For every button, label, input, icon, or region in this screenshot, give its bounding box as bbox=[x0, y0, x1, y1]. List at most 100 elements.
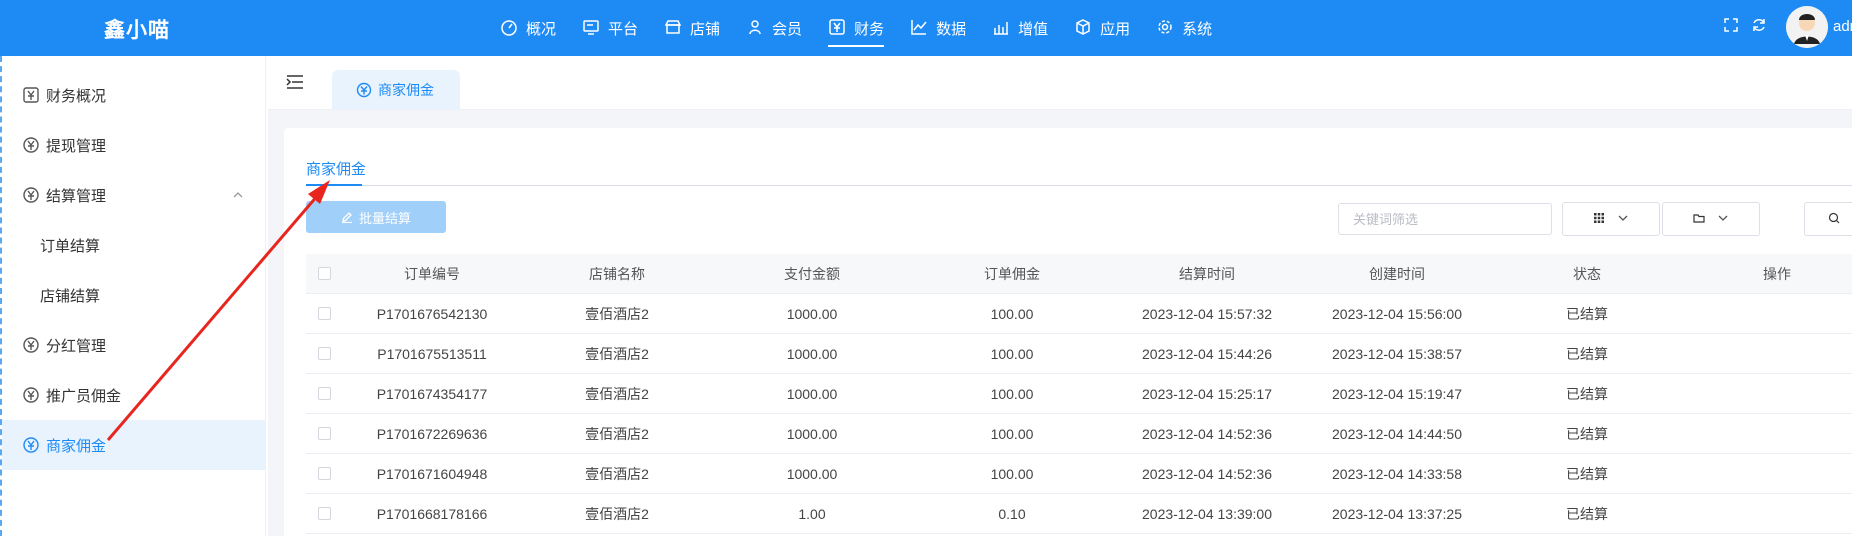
table-cell: 2023-12-04 13:39:00 bbox=[1142, 505, 1272, 522]
nav-item-label: 平台 bbox=[608, 20, 639, 38]
table-cell: 2023-12-04 14:44:50 bbox=[1332, 425, 1462, 442]
tab-label: 商家佣金 bbox=[378, 82, 434, 98]
sidebar-item-label: 分红管理 bbox=[46, 337, 107, 355]
table-row[interactable]: P1701668178166 壹佰酒店2 1.00 0.10 2023-12-04 13… bbox=[306, 494, 1852, 534]
inner-tab-merchant-commission[interactable]: 商家佣金 bbox=[306, 158, 366, 179]
batch-settle-button[interactable]: 批量结算 bbox=[306, 201, 446, 233]
finance-icon bbox=[828, 18, 848, 38]
sidebar-item-settlement[interactable]: 结算管理 bbox=[2, 170, 266, 220]
content-tabbar: 商家佣金 bbox=[268, 56, 1852, 110]
active-tab-indicator bbox=[306, 184, 362, 186]
grid-icon bbox=[1593, 211, 1605, 227]
chart-line-icon bbox=[910, 18, 930, 38]
column-header: 结算时间 bbox=[1179, 265, 1235, 282]
nav-item-label: 店铺 bbox=[690, 20, 721, 38]
table-header: 订单编号 店铺名称 支付金额 订单佣金 结算时间 创建时间 状态 操作 bbox=[306, 254, 1852, 294]
edit-icon bbox=[341, 211, 353, 223]
yen-circle-icon bbox=[22, 186, 40, 204]
table-cell: 2023-12-04 13:37:25 bbox=[1332, 505, 1462, 522]
column-header: 操作 bbox=[1763, 265, 1791, 282]
nav-item-platform[interactable]: 平台 bbox=[582, 0, 638, 56]
nav-item-apps[interactable]: 应用 bbox=[1074, 0, 1130, 56]
table-row[interactable]: P1701672269636 壹佰酒店2 1000.00 100.00 2023-12-… bbox=[306, 414, 1852, 454]
row-checkbox[interactable] bbox=[306, 387, 342, 400]
yen-circle-icon bbox=[22, 136, 40, 154]
batch-settle-label: 批量结算 bbox=[358, 210, 411, 226]
sidebar-item-order-settlement[interactable]: 订单结算 bbox=[2, 220, 266, 270]
sidebar-item-withdrawal[interactable]: 提现管理 bbox=[2, 120, 266, 170]
sidebar-item-finance-overview[interactable]: 财务概况 bbox=[2, 70, 266, 120]
folder-icon bbox=[1693, 211, 1705, 227]
column-header: 订单编号 bbox=[404, 265, 460, 282]
menu-toggle-icon[interactable] bbox=[286, 74, 304, 90]
nav-item-finance[interactable]: 财务 bbox=[828, 0, 885, 56]
table-cell: 2023-12-04 14:33:58 bbox=[1332, 465, 1462, 482]
nav-item-label: 增值 bbox=[1018, 20, 1049, 38]
bar-chart-icon bbox=[992, 18, 1012, 38]
table-cell: 1.00 bbox=[798, 505, 826, 522]
gear-icon bbox=[1156, 18, 1176, 38]
nav-item-member[interactable]: 会员 bbox=[746, 0, 802, 56]
nav-item-label: 数据 bbox=[936, 20, 967, 38]
sidebar-item-merchant-commission[interactable]: 商家佣金 bbox=[2, 420, 266, 470]
sidebar: 财务概况 提现管理 结算管理 订单结算 店铺结算 分红管理 推广员佣金 商家佣金 bbox=[0, 56, 266, 536]
row-checkbox[interactable] bbox=[306, 467, 342, 480]
nav-item-data[interactable]: 数据 bbox=[910, 0, 966, 56]
monitor-icon bbox=[582, 18, 602, 38]
table-cell: P1701671604948 bbox=[376, 465, 488, 482]
sidebar-item-label: 结算管理 bbox=[46, 187, 107, 205]
tab-merchant-commission[interactable]: 商家佣金 bbox=[332, 70, 460, 110]
avatar[interactable] bbox=[1786, 6, 1828, 48]
yen-circle-icon bbox=[356, 82, 372, 98]
table-cell: 壹佰酒店2 bbox=[585, 465, 649, 482]
sidebar-item-dividend[interactable]: 分红管理 bbox=[2, 320, 266, 370]
table-cell: P1701676542130 bbox=[376, 305, 488, 322]
table-row[interactable]: P1701674354177 壹佰酒店2 1000.00 100.00 2023-12-… bbox=[306, 374, 1852, 414]
table-cell: 1000.00 bbox=[786, 345, 838, 362]
export-button[interactable] bbox=[1662, 202, 1760, 236]
nav-item-label: 系统 bbox=[1182, 20, 1213, 38]
app-logo[interactable]: 鑫小喵 bbox=[104, 14, 170, 44]
sidebar-item-promoter-commission[interactable]: 推广员佣金 bbox=[2, 370, 266, 420]
table-cell: 壹佰酒店2 bbox=[585, 425, 649, 442]
row-checkbox[interactable] bbox=[306, 307, 342, 320]
table-row[interactable]: P1701671604948 壹佰酒店2 1000.00 100.00 2023-12-… bbox=[306, 454, 1852, 494]
search-button[interactable] bbox=[1804, 202, 1852, 236]
column-header: 支付金额 bbox=[784, 265, 840, 282]
table-body: P1701676542130 壹佰酒店2 1000.00 100.00 2023-12-… bbox=[306, 294, 1852, 534]
table-cell: 壹佰酒店2 bbox=[585, 385, 649, 402]
table-cell: 100.00 bbox=[990, 305, 1034, 322]
refresh-icon[interactable] bbox=[1748, 14, 1770, 36]
table-row[interactable]: P1701676542130 壹佰酒店2 1000.00 100.00 2023-12-… bbox=[306, 294, 1852, 334]
row-checkbox[interactable] bbox=[306, 507, 342, 520]
table-cell: 2023-12-04 15:57:32 bbox=[1142, 305, 1272, 322]
nav-item-value-added[interactable]: 增值 bbox=[992, 0, 1048, 56]
table-cell: 壹佰酒店2 bbox=[585, 305, 649, 322]
admin-name[interactable]: adm bbox=[1833, 18, 1852, 35]
column-toggle-button[interactable] bbox=[1562, 202, 1660, 236]
top-tools bbox=[1720, 14, 1776, 36]
table-cell: 2023-12-04 15:19:47 bbox=[1332, 385, 1462, 402]
nav-item-store[interactable]: 店铺 bbox=[664, 0, 720, 56]
table-cell: 1000.00 bbox=[786, 385, 838, 402]
select-all-checkbox[interactable] bbox=[306, 267, 342, 280]
yen-box-icon bbox=[22, 86, 40, 104]
nav-item-overview[interactable]: 概况 bbox=[500, 0, 556, 56]
table-cell: 2023-12-04 15:56:00 bbox=[1332, 305, 1462, 322]
table-cell: P1701672269636 bbox=[376, 425, 488, 442]
table-cell: 100.00 bbox=[990, 425, 1034, 442]
column-header: 创建时间 bbox=[1369, 265, 1425, 282]
fullscreen-icon[interactable] bbox=[1720, 14, 1742, 36]
table-cell: 1000.00 bbox=[786, 305, 838, 322]
keyword-filter-input[interactable] bbox=[1338, 203, 1552, 235]
nav-item-system[interactable]: 系统 bbox=[1156, 0, 1212, 56]
chevron-down-icon bbox=[1617, 211, 1629, 227]
row-checkbox[interactable] bbox=[306, 347, 342, 360]
yen-circle-icon bbox=[22, 436, 40, 454]
table-row[interactable]: P1701675513511 壹佰酒店2 1000.00 100.00 2023-12-… bbox=[306, 334, 1852, 374]
row-checkbox[interactable] bbox=[306, 427, 342, 440]
store-icon bbox=[664, 18, 684, 38]
column-header: 店铺名称 bbox=[589, 265, 645, 282]
sidebar-item-label: 店铺结算 bbox=[40, 287, 101, 305]
sidebar-item-store-settlement[interactable]: 店铺结算 bbox=[2, 270, 266, 320]
